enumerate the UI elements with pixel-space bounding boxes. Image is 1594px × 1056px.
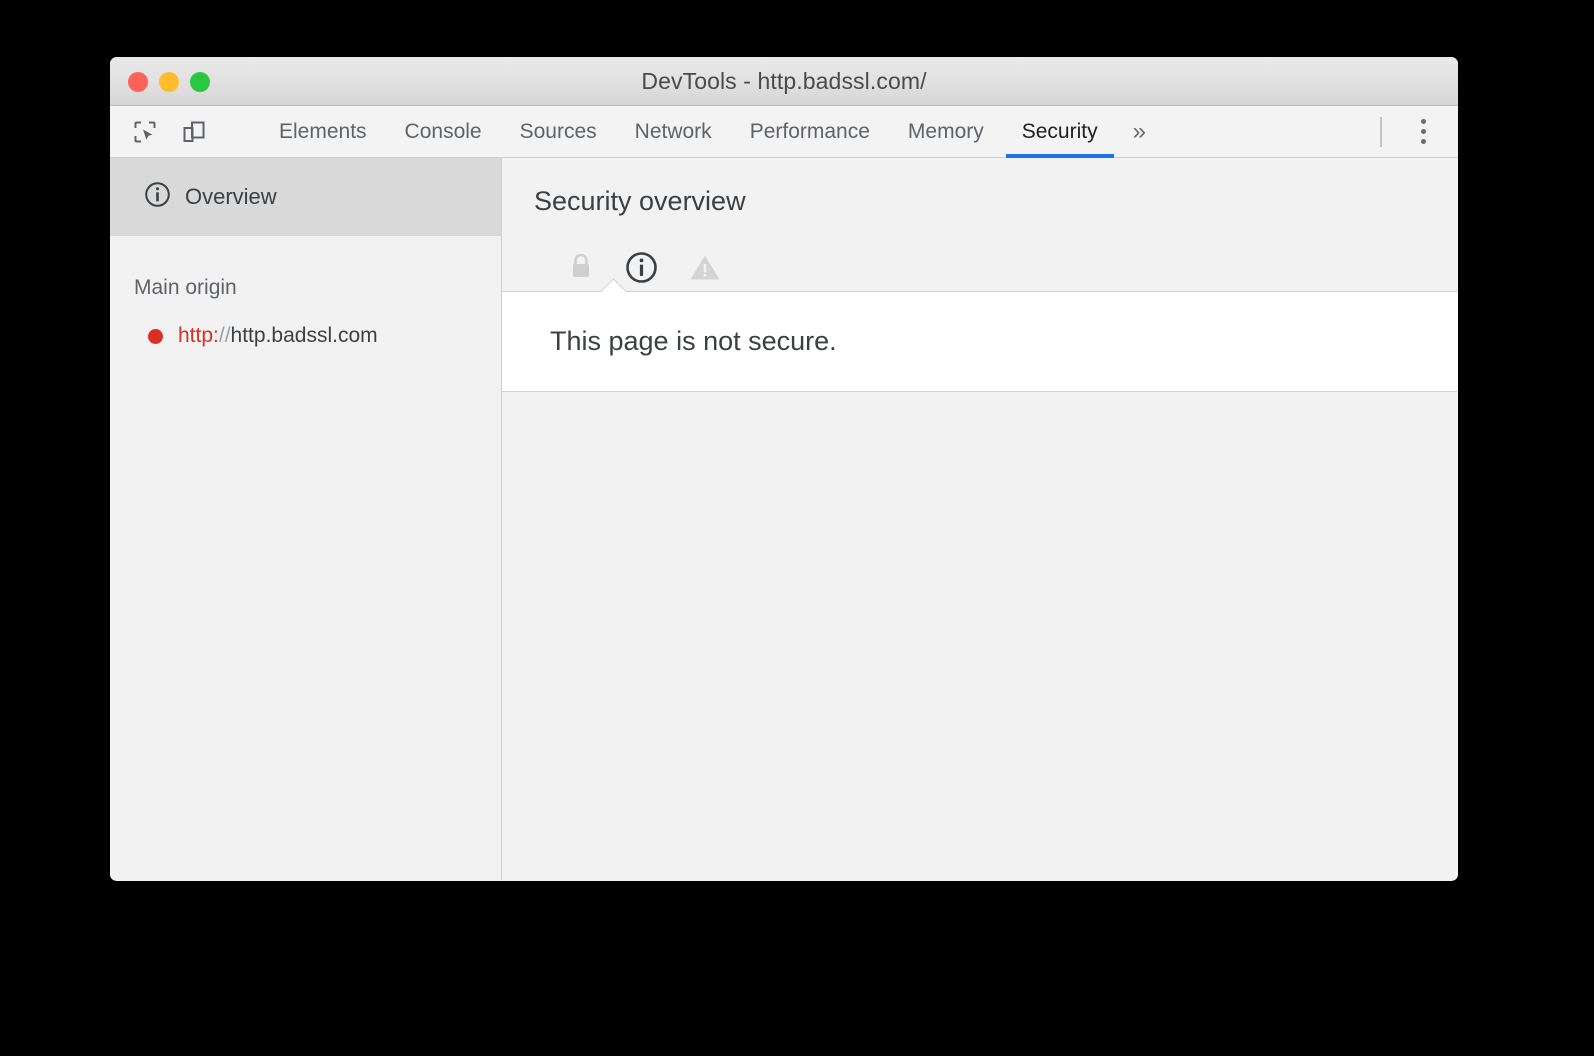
lock-icon	[568, 252, 594, 282]
sidebar-group-title: Main origin	[134, 276, 237, 299]
security-summary: This page is not secure.	[502, 291, 1458, 392]
tab-bar-right	[1380, 106, 1458, 157]
security-state-icons	[534, 217, 1458, 291]
security-sidebar: Overview Main origin http://http.badssl.…	[110, 158, 502, 880]
tab-label: Console	[404, 119, 482, 143]
warning-triangle-icon	[689, 253, 721, 282]
origin-url: http://http.badssl.com	[178, 324, 378, 348]
tab-network[interactable]: Network	[616, 106, 731, 157]
tab-label: Security	[1021, 119, 1098, 143]
chevron-double-right-icon: »	[1132, 117, 1146, 145]
title-bar: DevTools - http.badssl.com/	[110, 57, 1458, 106]
panel-tabs: Elements Console Sources Network Perform…	[260, 106, 1162, 158]
tab-bar: Elements Console Sources Network Perform…	[110, 106, 1458, 158]
more-tabs-button[interactable]: »	[1117, 106, 1162, 157]
origin-scheme: http:	[178, 324, 219, 347]
kebab-dot	[1420, 119, 1426, 124]
main-content-area	[502, 392, 1458, 880]
tab-console[interactable]: Console	[386, 106, 501, 157]
devtools-window: DevTools - http.badssl.com/ Elements Con…	[110, 57, 1458, 881]
summary-text: This page is not secure.	[550, 326, 837, 356]
summary-pointer-notch	[599, 277, 629, 292]
tab-performance[interactable]: Performance	[731, 106, 889, 157]
traffic-lights	[128, 57, 210, 106]
tab-label: Sources	[519, 119, 597, 143]
kebab-dot	[1420, 139, 1426, 144]
security-main-panel: Security overview This page is not secur…	[502, 158, 1458, 880]
inspect-element-button[interactable]	[130, 117, 160, 147]
window-title: DevTools - http.badssl.com/	[641, 67, 927, 94]
toolbar-icons	[110, 106, 248, 157]
origin-status-dot	[148, 328, 163, 344]
info-circle-icon	[625, 251, 658, 284]
tab-memory[interactable]: Memory	[889, 106, 1003, 157]
main-header: Security overview	[502, 158, 1458, 291]
sidebar-origin-item[interactable]: http://http.badssl.com	[110, 300, 501, 348]
tabbar-divider	[1380, 116, 1382, 147]
sidebar-item-overview[interactable]: Overview	[110, 158, 501, 236]
tab-label: Memory	[907, 119, 984, 143]
minimize-window-button[interactable]	[159, 71, 179, 92]
info-circle-icon	[144, 181, 171, 213]
more-options-button[interactable]	[1410, 117, 1436, 147]
tab-elements[interactable]: Elements	[260, 106, 386, 157]
summary-panel: This page is not secure.	[502, 291, 1458, 392]
tab-label: Performance	[749, 119, 870, 143]
origin-slashes: //	[218, 324, 231, 347]
origin-host: http.badssl.com	[230, 324, 378, 347]
panel-body: Overview Main origin http://http.badssl.…	[110, 158, 1458, 880]
tab-label: Elements	[279, 119, 367, 143]
tab-label: Network	[634, 119, 712, 143]
sidebar-item-label: Overview	[185, 184, 277, 209]
close-window-button[interactable]	[128, 71, 148, 92]
device-toolbar-button[interactable]	[179, 117, 209, 147]
page-title: Security overview	[534, 186, 746, 216]
maximize-window-button[interactable]	[190, 71, 210, 92]
kebab-dot	[1420, 129, 1426, 134]
tab-sources[interactable]: Sources	[501, 106, 616, 157]
tab-security[interactable]: Security	[1003, 106, 1117, 158]
